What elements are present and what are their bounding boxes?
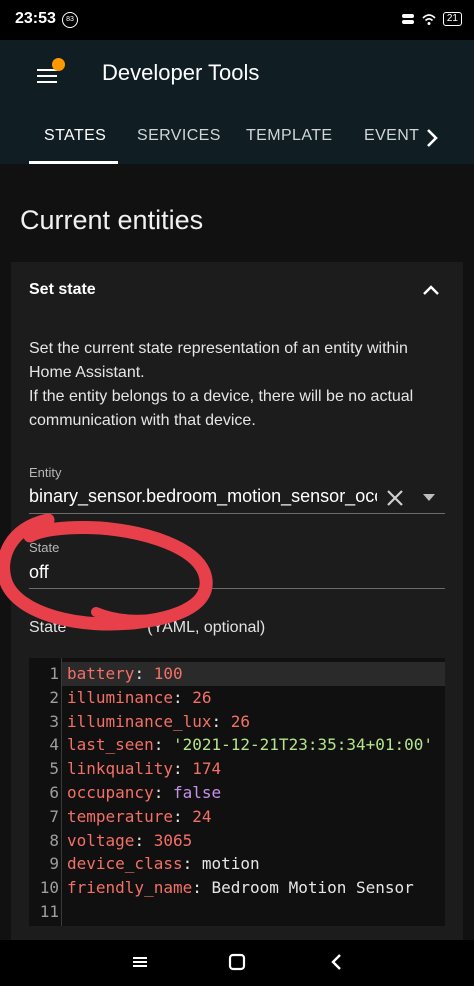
yaml-value: 26 bbox=[192, 687, 212, 707]
set-state-description: Set the current state representation of … bbox=[29, 337, 449, 433]
battery-icon: 21 bbox=[442, 12, 462, 26]
yaml-key: battery bbox=[67, 664, 135, 683]
line-number: 5 bbox=[49, 759, 59, 779]
notification-badge: 83 bbox=[62, 12, 78, 28]
section-heading: Current entities bbox=[20, 205, 204, 235]
code-line: last_seen: '2021-12-21T23:35:34+01:00' bbox=[67, 735, 434, 755]
code-line: linkquality: 174 bbox=[67, 759, 222, 779]
yaml-key: voltage bbox=[67, 830, 135, 850]
set-state-title[interactable]: Set state bbox=[29, 281, 96, 299]
active-tab-indicator bbox=[29, 161, 118, 164]
tab-services[interactable]: SERVICES bbox=[137, 127, 221, 145]
yaml-key: friendly_name bbox=[67, 878, 193, 898]
back-icon[interactable] bbox=[325, 950, 349, 974]
code-line: temperature: 24 bbox=[67, 806, 212, 826]
notification-dot bbox=[52, 58, 65, 71]
code-line: illuminance_lux: 26 bbox=[67, 711, 251, 731]
annotation-scribble bbox=[0, 513, 213, 631]
entity-input[interactable]: binary_sensor.bedroom_motion_sensor_occu… bbox=[29, 486, 377, 507]
close-icon[interactable] bbox=[385, 488, 405, 508]
tab-states[interactable]: STATES bbox=[44, 127, 106, 145]
yaml-value: 100 bbox=[153, 664, 183, 683]
code-line: voltage: 3065 bbox=[67, 830, 193, 850]
wifi-icon bbox=[422, 14, 436, 25]
yaml-key: illuminance_lux bbox=[67, 711, 212, 731]
yaml-value: '2021-12-21T23:35:34+01:00' bbox=[172, 735, 434, 755]
yaml-value: motion bbox=[201, 854, 260, 874]
line-number: 7 bbox=[49, 806, 59, 826]
line-number: 6 bbox=[49, 782, 59, 802]
code-line: friendly_name: Bedroom Motion Sensor bbox=[67, 878, 414, 898]
line-number: 2 bbox=[49, 687, 59, 707]
entity-label: Entity bbox=[29, 465, 62, 480]
attributes-editor[interactable]: 1 2 3 4 5 6 7 8 9 10 11 battery: 100 illuminance: 2… bbox=[29, 658, 445, 926]
yaml-value: 24 bbox=[192, 806, 212, 826]
app-bar bbox=[0, 40, 474, 164]
yaml-value: false bbox=[172, 782, 222, 802]
yaml-value: 3065 bbox=[153, 830, 193, 850]
code-lines[interactable]: battery: 100 illuminance: 26 illuminance_l… bbox=[67, 662, 445, 924]
chevron-up-icon[interactable] bbox=[421, 280, 441, 300]
status-bar: 23:53 83 21 bbox=[0, 0, 474, 40]
code-line: device_class: motion bbox=[67, 854, 260, 874]
line-number: 8 bbox=[49, 830, 59, 850]
line-number: 10 bbox=[39, 878, 59, 898]
code-line: occupancy: false bbox=[67, 782, 222, 802]
yaml-value: 174 bbox=[192, 759, 222, 779]
chevron-down-icon[interactable] bbox=[422, 493, 436, 503]
line-number: 1 bbox=[49, 664, 59, 683]
clock: 23:53 bbox=[15, 10, 56, 27]
recents-icon[interactable] bbox=[128, 950, 152, 974]
code-line: illuminance: 26 bbox=[67, 687, 212, 707]
description-line: Set the current state representation of … bbox=[29, 340, 408, 381]
code-line: battery: 100 bbox=[67, 664, 183, 683]
status-icons: 21 bbox=[401, 12, 462, 26]
line-number: 3 bbox=[49, 711, 59, 731]
line-number: 9 bbox=[49, 854, 59, 874]
page-title: Developer Tools bbox=[102, 60, 260, 85]
description-line: If the entity belongs to a device, there… bbox=[29, 388, 414, 429]
yaml-key: device_class bbox=[67, 854, 183, 874]
home-icon[interactable] bbox=[225, 950, 249, 974]
yaml-key: occupancy bbox=[67, 782, 154, 802]
yaml-key: temperature bbox=[67, 806, 173, 826]
line-number-gutter: 1 2 3 4 5 6 7 8 9 10 11 bbox=[29, 662, 59, 924]
tab-template[interactable]: TEMPLATE bbox=[246, 127, 332, 145]
yaml-value: 26 bbox=[230, 711, 251, 731]
chevron-right-icon[interactable] bbox=[425, 128, 439, 148]
line-number: 11 bbox=[39, 901, 59, 921]
yaml-value: Bedroom Motion Sensor bbox=[211, 878, 414, 898]
toggle-icon bbox=[401, 14, 414, 24]
yaml-key: illuminance bbox=[67, 687, 173, 707]
tab-events[interactable]: EVENT bbox=[364, 127, 419, 145]
menu-button[interactable] bbox=[34, 58, 68, 90]
line-number: 4 bbox=[49, 735, 59, 755]
yaml-key: last_seen bbox=[67, 735, 154, 755]
yaml-key: linkquality bbox=[67, 759, 173, 779]
gutter-divider bbox=[61, 658, 62, 926]
